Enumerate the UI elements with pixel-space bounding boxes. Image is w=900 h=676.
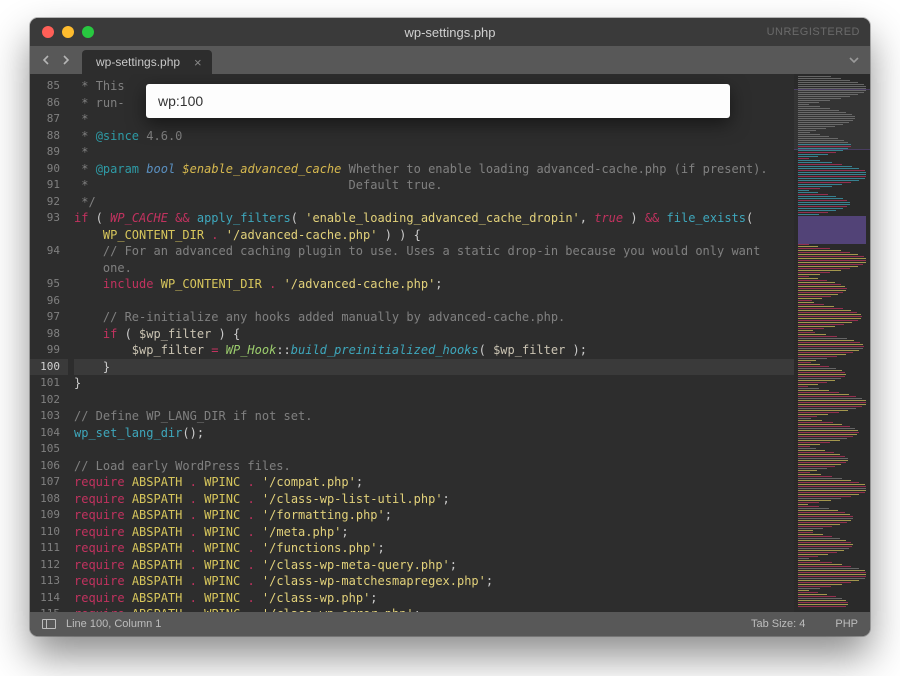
code-line [74,441,794,458]
code-line: // Define WP_LANG_DIR if not set. [74,408,794,425]
line-number-gutter[interactable]: 8586878889909192939495969798991001011021… [30,74,68,612]
close-window-button[interactable] [42,26,54,38]
tab-label: wp-settings.php [96,55,180,69]
status-syntax[interactable]: PHP [835,618,858,630]
status-cursor-position[interactable]: Line 100, Column 1 [66,618,161,630]
tab-active[interactable]: wp-settings.php × [82,50,212,74]
line-number: 95 [30,276,60,293]
line-number: 91 [30,177,60,194]
status-bar: Line 100, Column 1 Tab Size: 4 PHP [30,612,870,636]
window-controls [42,26,94,38]
line-number: 111 [30,540,60,557]
line-number: 110 [30,524,60,541]
editor-window: wp-settings.php UNREGISTERED wp-settings… [30,18,870,636]
code-line: require ABSPATH . WPINC . '/class-wp-lis… [74,491,794,508]
nav-buttons [30,46,82,74]
zoom-window-button[interactable] [82,26,94,38]
nav-forward-button[interactable] [58,52,74,68]
tab-bar: wp-settings.php × [30,46,870,74]
code-line: // For an advanced caching plugin to use… [74,243,794,260]
line-number: 97 [30,309,60,326]
line-number: 107 [30,474,60,491]
code-line: */ [74,194,794,211]
line-number: 101 [30,375,60,392]
minimap[interactable] [794,74,870,612]
line-number: 98 [30,326,60,343]
line-number: 85 [30,78,60,95]
line-number: 108 [30,491,60,508]
line-number [30,227,60,244]
line-number: 105 [30,441,60,458]
code-line: } [74,375,794,392]
code-line: require ABSPATH . WPINC . '/meta.php'; [74,524,794,541]
code-line: require ABSPATH . WPINC . '/compat.php'; [74,474,794,491]
code-line: require ABSPATH . WPINC . '/class-wp-mat… [74,573,794,590]
code-line: * [74,144,794,161]
code-line: include WP_CONTENT_DIR . '/advanced-cach… [74,276,794,293]
code-line: * @since 4.6.0 [74,128,794,145]
window-title: wp-settings.php [30,25,870,40]
panel-switcher-icon[interactable] [42,619,56,629]
code-line: require ABSPATH . WPINC . '/class-wp-met… [74,557,794,574]
code-area[interactable]: * This * run- * * @since 4.6.0 * * @para… [68,74,794,612]
code-line: WP_CONTENT_DIR . '/advanced-cache.php' )… [74,227,794,244]
code-line: * Default true. [74,177,794,194]
line-number: 115 [30,606,60,612]
code-line: if ( $wp_filter ) { [74,326,794,343]
line-number: 100 [30,359,68,376]
code-line: * @param bool $enable_advanced_cache Whe… [74,161,794,178]
code-line: require ABSPATH . WPINC . '/functions.ph… [74,540,794,557]
line-number: 92 [30,194,60,211]
titlebar: wp-settings.php UNREGISTERED [30,18,870,46]
line-number: 103 [30,408,60,425]
line-number: 99 [30,342,60,359]
code-line: // Load early WordPress files. [74,458,794,475]
code-line: require ABSPATH . WPINC . '/formatting.p… [74,507,794,524]
code-line: } [74,359,794,376]
code-line: wp_set_lang_dir(); [74,425,794,442]
goto-anything-value: wp:100 [158,93,203,110]
status-tab-size[interactable]: Tab Size: 4 [751,618,805,630]
line-number: 89 [30,144,60,161]
code-line [74,293,794,310]
unregistered-label: UNREGISTERED [767,26,860,38]
line-number: 86 [30,95,60,112]
line-number: 93 [30,210,60,227]
line-number: 113 [30,573,60,590]
line-number: 90 [30,161,60,178]
minimize-window-button[interactable] [62,26,74,38]
line-number: 87 [30,111,60,128]
line-number: 94 [30,243,60,260]
line-number [30,260,60,277]
code-line: require ABSPATH . WPINC . '/class-wp-err… [74,606,794,612]
line-number: 104 [30,425,60,442]
line-number: 112 [30,557,60,574]
code-line: require ABSPATH . WPINC . '/class-wp.php… [74,590,794,607]
line-number: 114 [30,590,60,607]
line-number: 96 [30,293,60,310]
line-number: 102 [30,392,60,409]
code-line: if ( WP_CACHE && apply_filters( 'enable_… [74,210,794,227]
line-number: 106 [30,458,60,475]
tab-close-icon[interactable]: × [194,55,202,70]
line-number: 109 [30,507,60,524]
line-number: 88 [30,128,60,145]
nav-back-button[interactable] [38,52,54,68]
code-line: $wp_filter = WP_Hook::build_preinitializ… [74,342,794,359]
goto-anything-input[interactable]: wp:100 [146,84,730,118]
code-line [74,392,794,409]
code-line: one. [74,260,794,277]
code-line: // Re-initialize any hooks added manuall… [74,309,794,326]
tab-overflow-button[interactable] [844,46,864,74]
editor-area: wp:100 858687888990919293 94 9596979899100… [30,74,870,612]
